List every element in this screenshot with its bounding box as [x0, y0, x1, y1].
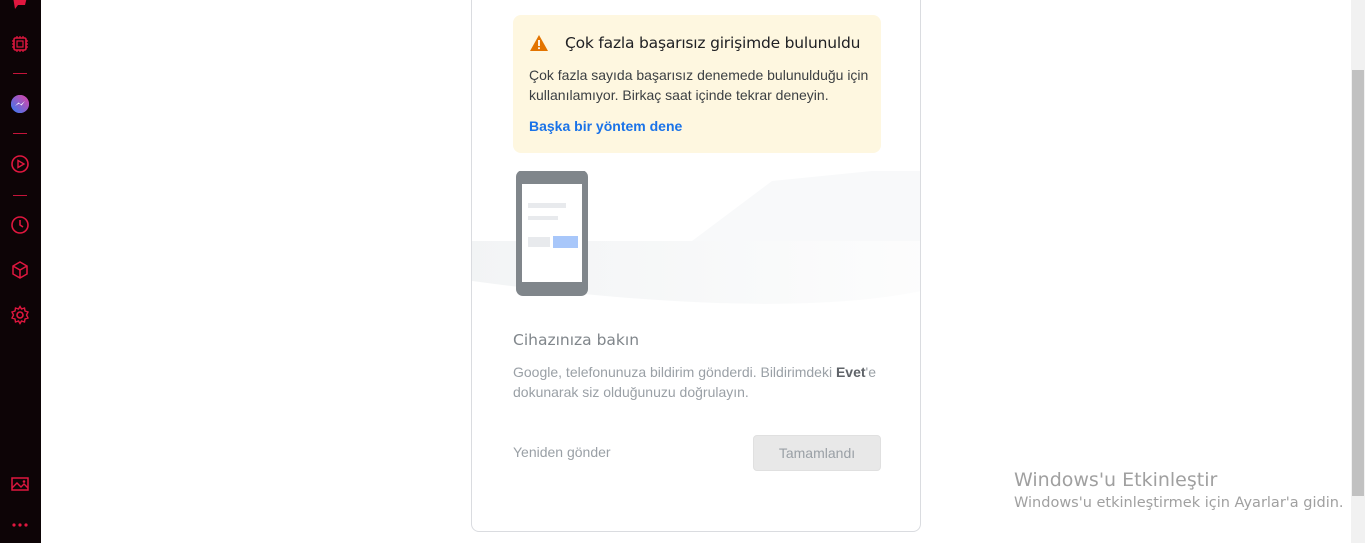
- extensions-icon[interactable]: [9, 33, 31, 55]
- activation-watermark-title: Windows'u Etkinleştir: [1014, 469, 1218, 491]
- sidebar-separator: [13, 73, 27, 74]
- messenger-icon[interactable]: [9, 93, 31, 115]
- try-another-way-link[interactable]: Başka bir yöntem dene: [529, 118, 682, 134]
- sidebar-separator: [13, 195, 27, 196]
- page-scrollbar[interactable]: [1351, 0, 1365, 543]
- browser-sidebar: [0, 0, 41, 543]
- yes-emphasis: Evet: [835, 364, 866, 380]
- more-icon[interactable]: [9, 514, 31, 536]
- sidebar-separator: [13, 133, 27, 134]
- scrollbar-thumb[interactable]: [1352, 70, 1364, 496]
- phone-illustration: [472, 171, 920, 331]
- history-icon[interactable]: [9, 214, 31, 236]
- check-device-message: Google, telefonunuza bildirim gönderdi. …: [513, 364, 876, 400]
- warning-banner: Çok fazla başarısız girişimde bulunuldu …: [513, 15, 881, 153]
- player-icon[interactable]: [9, 153, 31, 175]
- done-button[interactable]: Tamamlandı: [753, 435, 881, 471]
- settings-icon[interactable]: [9, 304, 31, 326]
- warning-message: Çok fazla sayıda başarısız denemede bulu…: [529, 67, 869, 103]
- snapshot-icon[interactable]: [9, 473, 31, 495]
- resend-button[interactable]: Yeniden gönder: [513, 444, 611, 460]
- verification-card: Çok fazla başarısız girişimde bulunuldu …: [471, 0, 921, 532]
- check-device-heading: Cihazınıza bakın: [513, 331, 640, 349]
- warning-icon: [529, 34, 549, 52]
- warning-title: Çok fazla başarısız girişimde bulunuldu: [565, 34, 861, 52]
- opera-logo-icon[interactable]: [9, 0, 31, 14]
- crypto-wallet-icon[interactable]: [9, 259, 31, 281]
- activation-watermark-subtitle: Windows'u etkinleştirmek için Ayarlar'a …: [1014, 495, 1344, 511]
